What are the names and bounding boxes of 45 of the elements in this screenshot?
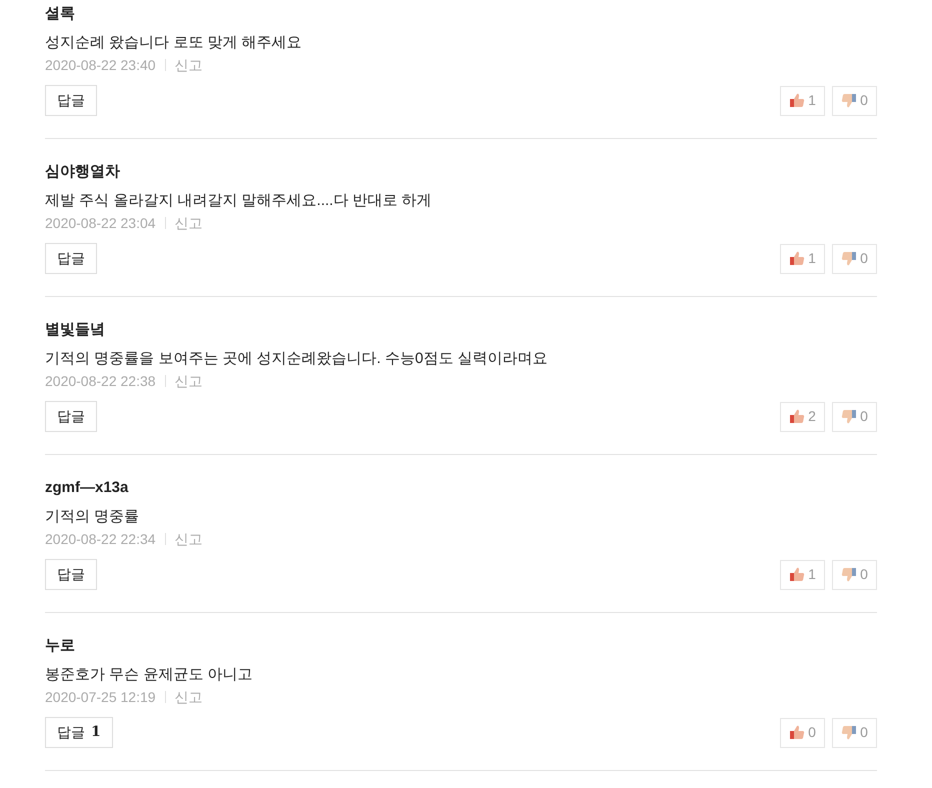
reply-button[interactable]: 답글 — [45, 243, 97, 274]
comment-author: 셜록 — [45, 4, 76, 24]
like-button[interactable]: 2 — [780, 402, 825, 432]
comment-text: 성지순례 왔습니다 로또 맞게 해주세요 — [45, 33, 303, 53]
comment-author: 심야행열차 — [45, 162, 121, 182]
thumbs-down-icon — [841, 725, 858, 740]
comment-text: 기적의 명중률 — [45, 507, 140, 527]
dislike-button[interactable]: 0 — [832, 718, 877, 748]
like-button[interactable]: 0 — [780, 718, 825, 748]
comment-author: 누로 — [45, 636, 76, 656]
thumbs-down-icon — [841, 567, 858, 582]
dislike-button[interactable]: 0 — [832, 244, 877, 274]
comment-text: 제발 주식 올라갈지 내려갈지 말해주세요....다 반대로 하게 — [45, 191, 433, 211]
report-link[interactable]: 신고 — [174, 213, 203, 233]
reply-button[interactable]: 답글 — [45, 401, 97, 432]
comment-text: 기적의 명중률을 보여주는 곳에 성지순례왔습니다. 수능0점도 실력이라며요 — [45, 349, 549, 369]
thumbs-up-icon — [789, 409, 806, 424]
report-link[interactable]: 신고 — [174, 687, 203, 707]
comment-author: 별빛들녘 — [45, 320, 106, 340]
report-link[interactable]: 신고 — [174, 55, 203, 75]
reply-button[interactable]: 답글 1 — [45, 717, 113, 748]
thumbs-down-icon — [841, 251, 858, 266]
dislike-button[interactable]: 0 — [832, 86, 877, 116]
reply-button[interactable]: 답글 — [45, 85, 97, 116]
comment-date: 2020-08-22 22:38 — [45, 372, 156, 391]
reply-button[interactable]: 답글 — [45, 559, 97, 590]
comment-text: 봉준호가 무슨 윤제균도 아니고 — [45, 665, 254, 685]
thumbs-up-icon — [789, 93, 806, 108]
comment-date: 2020-08-22 23:04 — [45, 214, 156, 233]
comment-date: 2020-08-22 22:34 — [45, 530, 156, 549]
comment-author: zgmf—x13a — [45, 478, 130, 498]
report-link[interactable]: 신고 — [174, 371, 203, 391]
comment-date: 2020-08-22 23:40 — [45, 56, 156, 75]
dislike-button[interactable]: 0 — [832, 402, 877, 432]
thumbs-up-icon — [789, 725, 806, 740]
thumbs-up-icon — [789, 251, 806, 266]
thumbs-down-icon — [841, 93, 858, 108]
report-link[interactable]: 신고 — [174, 529, 203, 549]
thumbs-down-icon — [841, 409, 858, 424]
comment-date: 2020-07-25 12:19 — [45, 688, 156, 707]
thumbs-up-icon — [789, 567, 806, 582]
like-button[interactable]: 1 — [780, 86, 825, 116]
dislike-button[interactable]: 0 — [832, 560, 877, 590]
like-button[interactable]: 1 — [780, 244, 825, 274]
like-button[interactable]: 1 — [780, 560, 825, 590]
